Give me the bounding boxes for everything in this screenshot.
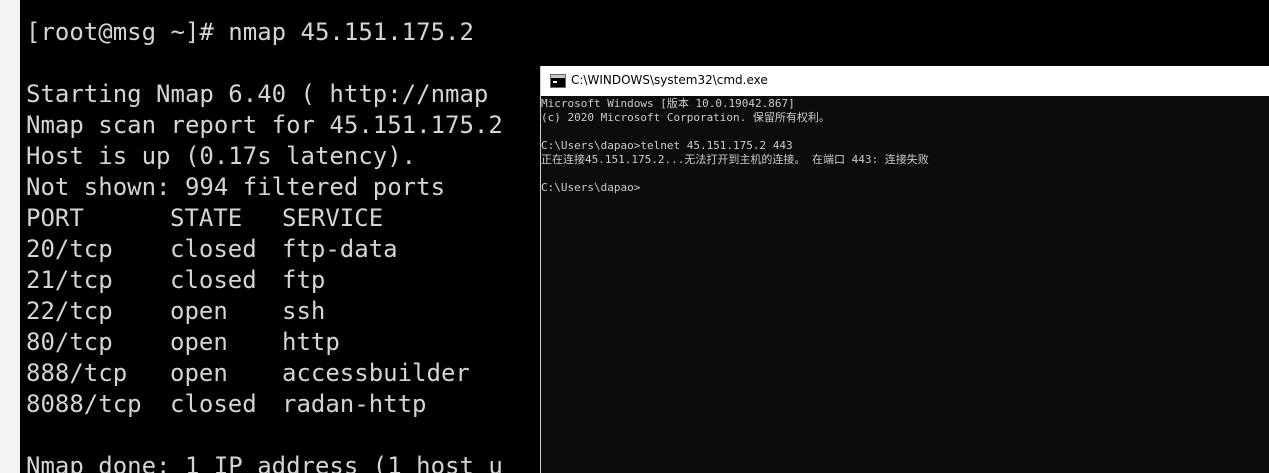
cmd-line-telnet-command: C:\Users\dapao>telnet 45.151.175.2 443 [541, 139, 793, 152]
port-cell: 22/tcp [26, 297, 113, 325]
cmd-line-connection-error: 正在连接45.151.175.2...无法打开到主机的连接。 在端口 443: … [541, 153, 929, 166]
nmap-report-line: Nmap scan report for 45.151.175.2 [26, 111, 503, 139]
port-table-header: PORT STATE SERVICE [26, 203, 383, 234]
state-cell: closed [170, 235, 257, 263]
cmd-line-prompt: C:\Users\dapao> [541, 181, 641, 194]
state-cell: open [170, 359, 228, 387]
port-table-row: 22/tcp open ssh [26, 296, 325, 327]
cmd-app-icon [550, 74, 566, 88]
nmap-not-shown-line: Not shown: 994 filtered ports [26, 173, 446, 201]
port-cell: 80/tcp [26, 328, 113, 356]
port-cell: 8088/tcp [26, 390, 142, 418]
state-cell: closed [170, 266, 257, 294]
service-cell: ftp [282, 266, 326, 294]
service-cell: ftp-data [282, 235, 398, 263]
port-cell: 888/tcp [26, 359, 128, 387]
cmd-line-copyright: (c) 2020 Microsoft Corporation. 保留所有权利。 [541, 111, 830, 124]
service-cell: radan-http [282, 390, 427, 418]
cmd-line-version: Microsoft Windows [版本 10.0.19042.867] [541, 97, 795, 110]
service-cell: http [282, 328, 340, 356]
nmap-host-up-line: Host is up (0.17s latency). [26, 142, 417, 170]
cmd-titlebar[interactable]: C:\WINDOWS\system32\cmd.exe [541, 66, 1269, 96]
port-table-row: 8088/tcp closed radan-http [26, 389, 427, 420]
service-cell: ssh [282, 297, 326, 325]
port-cell: 20/tcp [26, 235, 113, 263]
cmd-window-title: C:\WINDOWS\system32\cmd.exe [571, 73, 768, 87]
port-table-row: 20/tcp closed ftp-data [26, 234, 398, 265]
service-cell: accessbuilder [282, 359, 470, 387]
port-table-row: 80/tcp open http [26, 327, 340, 358]
header-service: SERVICE [282, 204, 384, 232]
port-cell: 21/tcp [26, 266, 113, 294]
header-state: STATE [170, 204, 243, 232]
nmap-start-line: Starting Nmap 6.40 ( http://nmap [26, 80, 489, 108]
state-cell: open [170, 297, 228, 325]
port-table-row: 888/tcp open accessbuilder [26, 358, 470, 389]
state-cell: closed [170, 390, 257, 418]
terminal-prompt-line: [root@msg ~]# nmap 45.151.175.2 [26, 18, 474, 46]
nmap-done-line: Nmap done: 1 IP address (1 host u [26, 452, 503, 473]
state-cell: open [170, 328, 228, 356]
cmd-window[interactable]: C:\WINDOWS\system32\cmd.exe Microsoft Wi… [540, 66, 1269, 473]
port-table-row: 21/tcp closed ftp [26, 265, 325, 296]
header-port: PORT [26, 204, 84, 232]
cmd-console-output[interactable]: Microsoft Windows [版本 10.0.19042.867] (c… [541, 96, 1269, 473]
desktop-left-margin [0, 0, 20, 473]
